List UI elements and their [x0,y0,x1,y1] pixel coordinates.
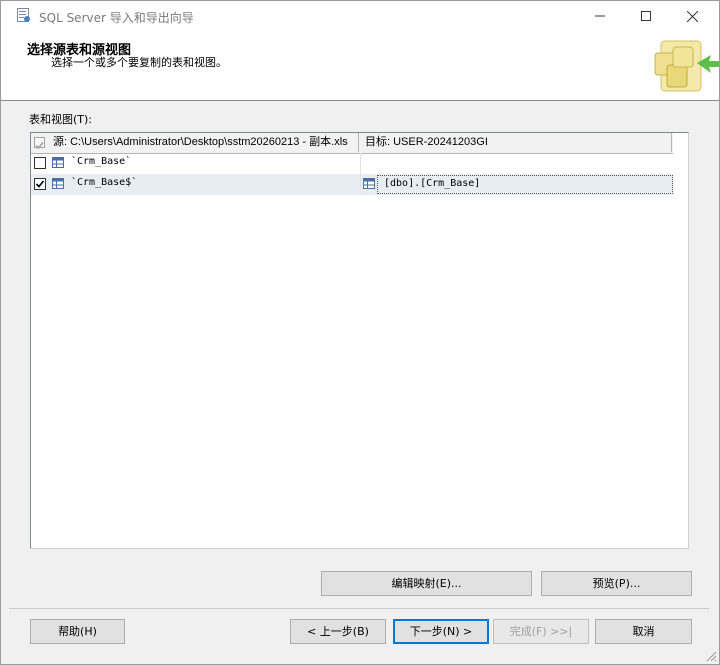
minimize-icon [595,15,605,17]
column-header-destination[interactable]: 目标: USER-20241203GI [359,133,672,152]
column-divider [360,153,361,195]
back-button[interactable]: < 上一步(B) [290,619,386,644]
close-button[interactable] [669,1,715,31]
preview-button[interactable]: 预览(P)... [541,571,692,596]
table-row[interactable]: `Crm_Base$` [dbo].[Crm_Base] [31,174,673,195]
maximize-icon [641,11,651,21]
sql-wizard-icon [17,8,30,22]
destination-table-name: [dbo].[Crm_Base] [384,178,481,189]
checkmark-icon [35,142,44,150]
column-header-source[interactable]: 源: C:\Users\Administrator\Desktop\sstm20… [31,133,359,152]
help-button[interactable]: 帮助(H) [30,619,125,644]
column-header-destination-label: 目标: USER-20241203GI [365,136,488,148]
destination-cell[interactable]: [dbo].[Crm_Base] [377,175,673,194]
wizard-graphic-icon [654,40,719,92]
tables-views-label: 表和视图(T): [29,113,93,126]
window-title: SQL Server 导入和导出向导 [39,11,194,25]
table-icon [52,157,64,168]
checkmark-icon [35,180,45,188]
edit-mappings-button[interactable]: 编辑映射(E)... [321,571,532,596]
source-table-name: `Crm_Base$` [71,177,138,188]
select-all-checkbox[interactable] [34,137,45,150]
resize-grip-icon[interactable] [705,650,717,662]
footer-divider [9,608,709,609]
tables-grid[interactable]: 源: C:\Users\Administrator\Desktop\sstm20… [30,132,689,549]
column-header-source-label: 源: C:\Users\Administrator\Desktop\sstm20… [53,136,348,148]
source-cell[interactable]: `Crm_Base` [31,153,359,174]
wizard-header: 选择源表和源视图 选择一个或多个要复制的表和视图。 [1,31,719,101]
finish-button[interactable]: 完成(F) >>| [493,619,589,644]
grid-header: 源: C:\Users\Administrator\Desktop\sstm20… [31,133,673,154]
minimize-button[interactable] [577,1,623,31]
row-checkbox[interactable] [34,157,46,169]
wizard-window: SQL Server 导入和导出向导 选择源表和源视图 选择一个或多个要复制的表… [0,0,720,665]
next-button[interactable]: 下一步(N) > [393,619,489,644]
page-subtitle: 选择一个或多个要复制的表和视图。 [51,56,227,69]
source-cell[interactable]: `Crm_Base$` [31,174,359,195]
source-table-name: `Crm_Base` [71,156,132,167]
maximize-button[interactable] [623,1,669,31]
title-bar[interactable]: SQL Server 导入和导出向导 [1,1,719,31]
row-checkbox[interactable] [34,178,46,190]
close-icon [686,10,698,22]
table-icon [52,178,64,189]
table-icon [363,178,375,189]
cancel-button[interactable]: 取消 [595,619,692,644]
table-row[interactable]: `Crm_Base` [31,153,673,174]
